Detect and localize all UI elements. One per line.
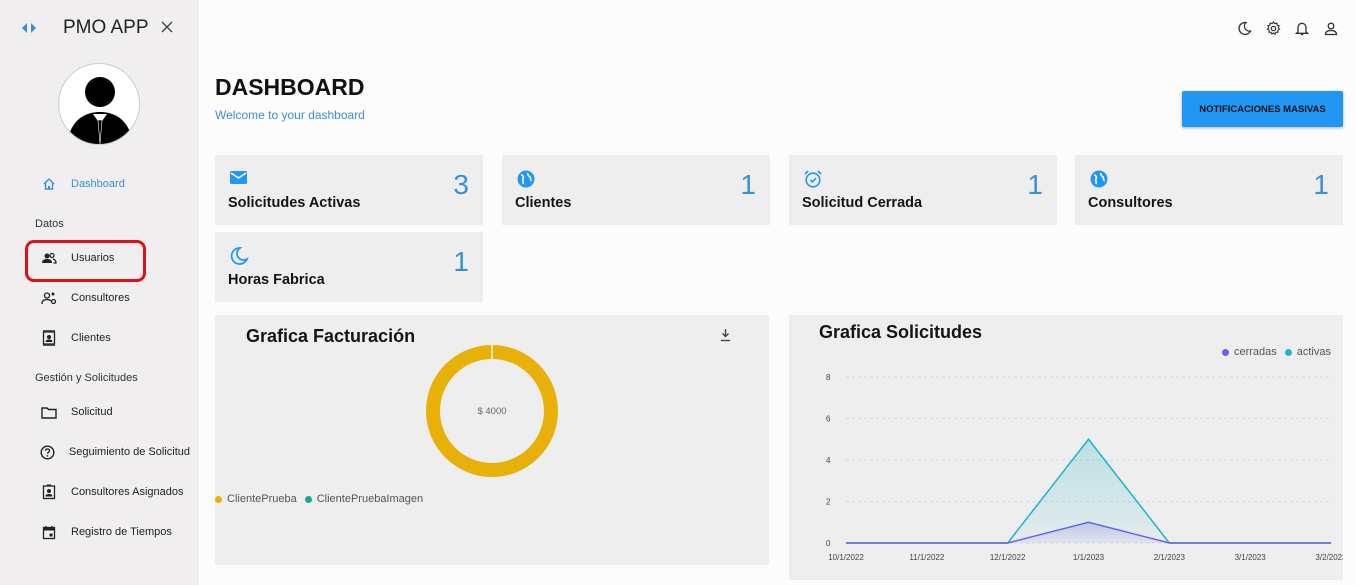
mail-icon [229, 169, 249, 189]
legend-dot [215, 495, 222, 503]
y-tick-label: 8 [826, 373, 831, 382]
avatar [58, 63, 140, 145]
sidebar-item-label: Solicitud [71, 406, 113, 418]
x-tick-label: 11/1/2022 [909, 553, 945, 562]
panel-facturacion: Grafica Facturación $ 4000 ClientePrueba… [215, 315, 769, 565]
card-label: Clientes [515, 195, 572, 211]
card-label: Solicitudes Activas [228, 195, 361, 211]
moon-icon [229, 246, 249, 266]
x-tick-label: 3/1/2023 [1235, 553, 1267, 562]
card-horas-fabrica[interactable]: Horas Fabrica 1 [215, 232, 483, 302]
gear-icon[interactable] [1264, 19, 1282, 37]
panel-solicitudes: Grafica Solicitudes cerradas activas 0246… [789, 315, 1343, 580]
legend-item[interactable]: ClientePrueba [215, 493, 297, 505]
highlight-annotation [25, 240, 146, 282]
home-icon [40, 175, 58, 193]
sidebar: PMO APP Dashboard Datos Usuarios Consult… [0, 0, 199, 585]
user-settings-icon [40, 289, 58, 307]
close-icon[interactable] [160, 19, 174, 37]
card-label: Horas Fabrica [228, 272, 325, 288]
folder-icon [40, 403, 58, 421]
legend-label: ClientePruebaImagen [316, 493, 424, 505]
area-chart: 0 2 4 6 8 10/1/2022 11/1/2022 12/1/2022 1/1/2023… [826, 373, 1343, 562]
sidebar-item-label: Dashboard [71, 178, 125, 190]
donut-chart: $ 4000 [426, 345, 558, 477]
card-consultores[interactable]: Consultores 1 [1075, 155, 1343, 225]
sidebar-item-registro[interactable]: Registro de Tiempos [40, 522, 172, 542]
sidebar-item-solicitud[interactable]: Solicitud [40, 402, 113, 422]
section-gestion: Gestión y Solicitudes [35, 372, 138, 384]
sidebar-item-seguimiento[interactable]: Seguimiento de Solicitud [40, 442, 190, 462]
contact-card-icon [40, 329, 58, 347]
card-solicitudes-activas[interactable]: Solicitudes Activas 3 [215, 155, 483, 225]
donut-legend: ClientePrueba ClientePruebaImagen [215, 493, 431, 505]
legend-dot [304, 495, 312, 503]
dark-mode-icon[interactable] [1235, 19, 1253, 37]
card-value: 1 [1027, 169, 1043, 200]
card-clientes[interactable]: Clientes 1 [502, 155, 770, 225]
profile-icon[interactable] [1322, 19, 1340, 37]
x-tick-label: 3/2/2023 [1315, 553, 1343, 562]
x-tick-label: 10/1/2022 [828, 553, 864, 562]
globe-icon [516, 169, 536, 189]
sidebar-item-label: Consultores Asignados [71, 486, 184, 498]
card-value: 1 [453, 246, 469, 277]
legend-label: ClientePrueba [227, 493, 297, 505]
sidebar-item-consultores-asignados[interactable]: Consultores Asignados [40, 482, 184, 502]
sidebar-item-dashboard[interactable]: Dashboard [40, 174, 125, 194]
globe-icon [1089, 169, 1109, 189]
sidebar-item-label: Seguimiento de Solicitud [68, 446, 190, 458]
app-title: PMO APP [63, 17, 149, 38]
sidebar-item-label: Consultores [71, 292, 130, 304]
sidebar-item-label: Registro de Tiempos [71, 526, 172, 538]
card-value: 1 [740, 169, 756, 200]
alarm-icon [803, 169, 823, 189]
section-datos: Datos [35, 218, 64, 230]
x-tick-label: 2/1/2023 [1154, 553, 1186, 562]
badge-icon [40, 483, 58, 501]
page-subtitle: Welcome to your dashboard [215, 108, 365, 122]
y-tick-label: 0 [826, 539, 831, 548]
series-area-cerradas [846, 522, 1331, 543]
sidebar-item-label: Clientes [71, 332, 111, 344]
sidebar-item-clientes[interactable]: Clientes [40, 328, 111, 348]
donut-center-label: $ 4000 [477, 406, 506, 417]
x-tick-label: 12/1/2022 [990, 553, 1026, 562]
bell-icon[interactable] [1293, 19, 1311, 37]
card-label: Solicitud Cerrada [802, 195, 923, 211]
legend-item[interactable]: ClientePruebaImagen [304, 493, 424, 505]
calendar-icon [40, 523, 58, 541]
page-title: DASHBOARD [215, 74, 365, 100]
card-solicitud-cerrada[interactable]: Solicitud Cerrada 1 [789, 155, 1057, 225]
help-circle-icon [40, 443, 56, 461]
sidebar-toggle-icon[interactable] [20, 20, 38, 36]
y-tick-label: 2 [826, 498, 831, 507]
card-label: Consultores [1088, 195, 1173, 211]
notificaciones-masivas-button[interactable]: NOTIFICACIONES MASIVAS [1182, 91, 1343, 127]
card-value: 3 [453, 169, 469, 200]
sidebar-item-consultores[interactable]: Consultores [40, 288, 130, 308]
x-tick-label: 1/1/2023 [1073, 553, 1105, 562]
card-value: 1 [1313, 169, 1329, 200]
y-tick-label: 4 [826, 456, 831, 465]
y-tick-label: 6 [826, 415, 831, 424]
